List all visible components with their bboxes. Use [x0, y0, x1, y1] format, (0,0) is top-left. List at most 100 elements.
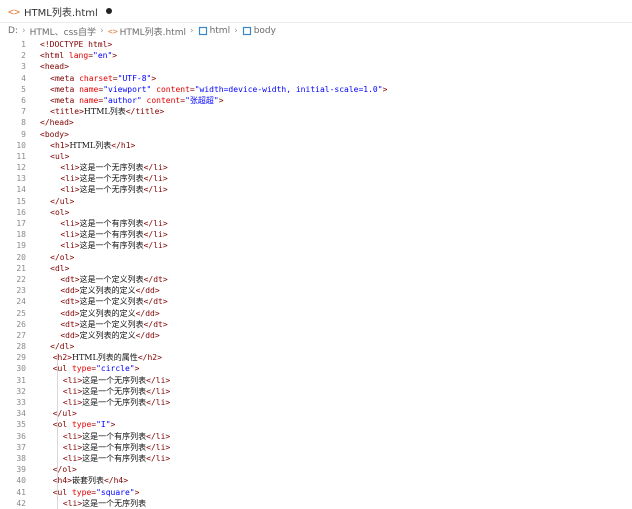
breadcrumb-item-folder[interactable]: HTML、css自学	[30, 25, 96, 38]
code-line[interactable]: 16 <ol>	[0, 207, 632, 218]
code-token: >	[151, 73, 157, 83]
code-token: <meta	[50, 73, 75, 83]
code-line[interactable]: 33 <li>这是一个无序列表</li>	[0, 397, 632, 408]
code-token: </li>	[143, 185, 168, 195]
code-line[interactable]: 40 <h4>嵌套列表</h4>	[0, 475, 632, 486]
line-number: 27	[16, 330, 26, 340]
code-token: <dt>	[60, 297, 80, 307]
code-token: </li>	[143, 241, 168, 251]
code-line[interactable]: 7 <title>HTML列表</title>	[0, 106, 632, 117]
code-line[interactable]: 28 </dl>	[0, 341, 632, 352]
code-line[interactable]: 18 <li>这是一个有序列表</li>	[0, 229, 632, 240]
breadcrumb-item-file[interactable]: HTML列表.html	[120, 25, 186, 38]
code-text: <li>这是一个无序列表</li>	[40, 397, 170, 408]
code-text: <ul type="circle">	[40, 363, 140, 374]
code-token: <h2>	[52, 353, 72, 363]
code-line[interactable]: 42 <li>这是一个无序列表	[0, 498, 632, 509]
code-line[interactable]: 21 <dl>	[0, 263, 632, 274]
code-text: </ul>	[40, 408, 77, 419]
code-editor[interactable]: 1 <!DOCTYPE html> 2 <html lang="en"> 3 <head>…	[0, 39, 632, 509]
code-text: <dt>这是一个定义列表</dt>	[40, 319, 167, 330]
code-line[interactable]: 14 <li>这是一个无序列表</li>	[0, 184, 632, 195]
code-line[interactable]: 29 <h2>HTML列表的属性</h2>	[0, 352, 632, 363]
code-line[interactable]: 9 <body>	[0, 129, 632, 140]
code-text: <li>这是一个有序列表</li>	[40, 431, 170, 442]
unsaved-dot-icon[interactable]	[105, 8, 112, 14]
code-token: <h1>	[50, 140, 70, 150]
code-token: 这是一个无序列表	[82, 375, 147, 385]
code-token: 定义列表的定义	[79, 286, 136, 296]
code-token: "circle"	[96, 364, 135, 374]
code-line[interactable]: 12 <li>这是一个无序列表</li>	[0, 162, 632, 173]
line-number: 23	[16, 286, 26, 296]
code-token: <dd>	[60, 286, 80, 296]
chevron-right-icon: ›	[99, 26, 104, 36]
line-number: 26	[16, 319, 26, 329]
code-text: <dt>这是一个定义列表</dt>	[40, 296, 167, 307]
code-line[interactable]: 34 </ul>	[0, 408, 632, 419]
code-line[interactable]: 37 <li>这是一个有序列表</li>	[0, 442, 632, 453]
code-line[interactable]: 24 <dt>这是一个定义列表</dt>	[0, 296, 632, 307]
code-line[interactable]: 15 </ul>	[0, 196, 632, 207]
breadcrumb-item-html[interactable]: html	[210, 26, 231, 36]
code-line[interactable]: 2 <html lang="en">	[0, 50, 632, 61]
line-number: 6	[21, 95, 26, 105]
code-line[interactable]: 41 <ul type="square">	[0, 487, 632, 498]
chevron-right-icon: ›	[234, 26, 238, 36]
code-line[interactable]: 13 <li>这是一个无序列表</li>	[0, 173, 632, 184]
line-number: 38	[16, 453, 26, 463]
code-token: <ul	[52, 487, 68, 497]
code-token: <li>	[62, 398, 83, 407]
code-token: </li>	[146, 453, 171, 463]
code-line[interactable]: 20 </ol>	[0, 252, 632, 263]
code-token: </li>	[146, 386, 171, 396]
code-line[interactable]: 19 <li>这是一个有序列表</li>	[0, 240, 632, 251]
line-number: 18	[16, 230, 26, 240]
code-line[interactable]: 36 <li>这是一个有序列表</li>	[0, 431, 632, 442]
code-line[interactable]: 1 <!DOCTYPE html>	[0, 39, 632, 50]
code-text: <dd>定义列表的定义</dd>	[40, 308, 159, 319]
code-line[interactable]: 6 <meta name="author" content="张超超">	[0, 95, 632, 106]
code-line[interactable]: 8 </head>	[0, 117, 632, 128]
code-line[interactable]: 10 <h1>HTML列表</h1>	[0, 140, 632, 151]
code-line[interactable]: 35 <ol type="I">	[0, 419, 632, 430]
code-token: 定义列表的定义	[79, 330, 136, 340]
code-token: 这是一个无序列表	[82, 386, 147, 396]
code-line[interactable]: 11 <ul>	[0, 151, 632, 162]
code-line[interactable]: 17 <li>这是一个有序列表</li>	[0, 218, 632, 229]
code-line[interactable]: 26 <dt>这是一个定义列表</dt>	[0, 319, 632, 330]
line-number: 10	[16, 140, 26, 150]
code-line[interactable]: 4 <meta charset="UTF-8">	[0, 73, 632, 84]
code-line[interactable]: 25 <dd>定义列表的定义</dd>	[0, 308, 632, 319]
editor-tab-html-list[interactable]: <> HTML列表.html	[0, 0, 120, 22]
code-line[interactable]: 23 <dd>定义列表的定义</dd>	[0, 285, 632, 296]
code-line[interactable]: 27 <dd>定义列表的定义</dd>	[0, 330, 632, 341]
breadcrumb-item-drive[interactable]: D:	[8, 26, 18, 36]
code-line[interactable]: 32 <li>这是一个无序列表</li>	[0, 386, 632, 397]
line-number: 30	[16, 364, 26, 374]
code-text: <li>这是一个有序列表</li>	[40, 442, 170, 453]
code-token: <html	[40, 51, 65, 61]
line-number: 41	[16, 487, 26, 497]
code-line[interactable]: 39 </ol>	[0, 464, 632, 475]
code-token: <h4>	[52, 476, 72, 486]
breadcrumb-item-body[interactable]: body	[254, 26, 276, 36]
code-line[interactable]: 5 <meta name="viewport" content="width=d…	[0, 84, 632, 95]
code-line[interactable]: 31 <li>这是一个无序列表</li>	[0, 375, 632, 386]
code-line[interactable]: 30 <ul type="circle">	[0, 363, 632, 374]
symbol-element-icon	[198, 26, 207, 36]
code-line[interactable]: 38 <li>这是一个有序列表</li>	[0, 453, 632, 464]
code-line[interactable]: 22 <dt>这是一个定义列表</dt>	[0, 274, 632, 285]
code-token: </h2>	[137, 353, 162, 363]
code-token: 这是一个无序列表	[79, 174, 144, 184]
code-line[interactable]: 3 <head>	[0, 61, 632, 72]
